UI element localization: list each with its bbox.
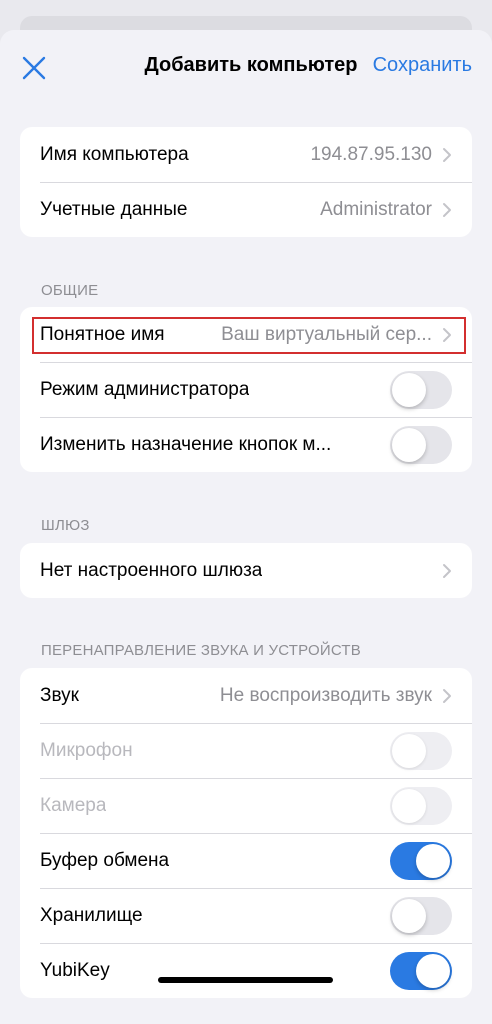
- computer-name-label: Имя компьютера: [40, 143, 189, 165]
- admin-mode-toggle[interactable]: [390, 370, 452, 409]
- toggle-knob: [416, 953, 450, 988]
- toggle-knob: [392, 372, 426, 407]
- yubikey-row: YubiKey: [20, 943, 472, 998]
- chevron-right-icon: [443, 563, 451, 578]
- toggle-knob: [392, 733, 426, 768]
- admin-mode-row: Режим администратора: [20, 362, 472, 417]
- credentials-value: Administrator: [320, 198, 432, 220]
- storage-toggle[interactable]: [390, 896, 452, 935]
- toggle-knob: [392, 427, 426, 462]
- microphone-toggle[interactable]: [390, 731, 452, 770]
- gateway-group: Нет настроенного шлюза: [20, 543, 472, 598]
- friendly-name-label: Понятное имя: [40, 323, 165, 345]
- section-header-redirection: ПЕРЕНАПРАВЛЕНИЕ ЗВУКА И УСТРОЙСТВ: [41, 642, 361, 659]
- gateway-label: Нет настроенного шлюза: [40, 559, 263, 581]
- navigation-bar: Добавить компьютер Сохранить: [0, 30, 492, 106]
- sound-value: Не воспроизводить звук: [219, 684, 432, 706]
- microphone-label: Микрофон: [40, 739, 133, 761]
- camera-label: Камера: [40, 794, 107, 816]
- sound-label: Звук: [40, 684, 79, 706]
- credentials-row[interactable]: Учетные данные Administrator: [20, 182, 472, 237]
- chevron-right-icon: [443, 147, 451, 162]
- friendly-name-value: Ваш виртуальный сер...: [221, 323, 432, 345]
- clipboard-row: Буфер обмена: [20, 833, 472, 888]
- sound-row[interactable]: Звук Не воспроизводить звук: [20, 668, 472, 723]
- swap-mouse-buttons-row: Изменить назначение кнопок м...: [20, 417, 472, 472]
- section-header-gateway: ШЛЮЗ: [41, 517, 90, 534]
- gateway-row[interactable]: Нет настроенного шлюза: [20, 543, 472, 598]
- connection-group: Имя компьютера 194.87.95.130 Учетные дан…: [20, 127, 472, 237]
- toggle-knob: [392, 898, 426, 933]
- redirection-group: Звук Не воспроизводить звук Микрофон Кам…: [20, 668, 472, 998]
- camera-toggle[interactable]: [390, 786, 452, 825]
- clipboard-toggle[interactable]: [390, 841, 452, 880]
- yubikey-toggle[interactable]: [390, 951, 452, 990]
- credentials-label: Учетные данные: [40, 198, 188, 220]
- admin-mode-label: Режим администратора: [40, 378, 250, 400]
- chevron-right-icon: [443, 202, 451, 217]
- camera-row: Камера: [20, 778, 472, 833]
- swap-mouse-buttons-toggle[interactable]: [390, 425, 452, 464]
- add-computer-sheet: Добавить компьютер Сохранить Имя компьют…: [0, 30, 492, 1024]
- computer-name-row[interactable]: Имя компьютера 194.87.95.130: [20, 127, 472, 182]
- storage-label: Хранилище: [40, 904, 143, 926]
- clipboard-label: Буфер обмена: [40, 849, 170, 871]
- friendly-name-row[interactable]: Понятное имя Ваш виртуальный сер...: [20, 307, 472, 362]
- save-button[interactable]: Сохранить: [373, 54, 472, 77]
- chevron-right-icon: [443, 688, 451, 703]
- toggle-knob: [416, 843, 450, 878]
- section-header-general: ОБЩИЕ: [41, 282, 99, 299]
- storage-row: Хранилище: [20, 888, 472, 943]
- chevron-right-icon: [443, 327, 451, 342]
- toggle-knob: [392, 788, 426, 823]
- yubikey-label: YubiKey: [40, 959, 110, 981]
- microphone-row: Микрофон: [20, 723, 472, 778]
- home-indicator: [158, 977, 333, 983]
- swap-mouse-buttons-label: Изменить назначение кнопок м...: [40, 433, 332, 455]
- general-group: Понятное имя Ваш виртуальный сер... Режи…: [20, 307, 472, 472]
- computer-name-value: 194.87.95.130: [310, 143, 432, 165]
